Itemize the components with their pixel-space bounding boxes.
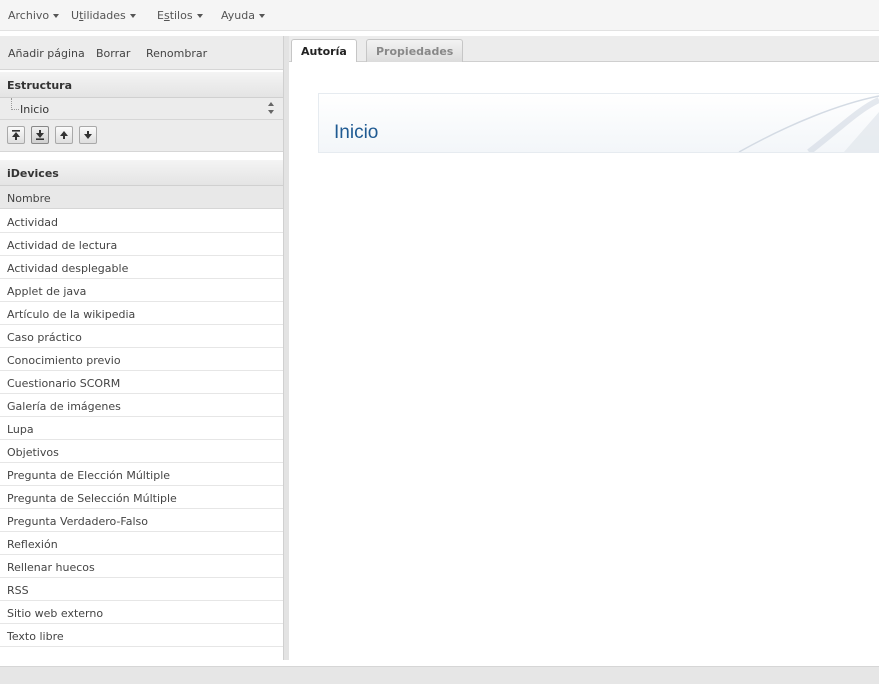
tab-bar: Autoría Propiedades xyxy=(289,36,879,63)
idevice-item[interactable]: Texto libre xyxy=(0,624,283,647)
arrow-up-icon xyxy=(268,102,274,106)
idevice-item[interactable]: Artículo de la wikipedia xyxy=(0,302,283,325)
chevron-down-icon xyxy=(53,14,60,18)
node-move-toolbar xyxy=(0,120,283,152)
idevice-item[interactable]: Applet de java xyxy=(0,279,283,302)
idevice-item[interactable]: Sitio web externo xyxy=(0,601,283,624)
arrow-up-icon xyxy=(60,131,68,139)
menu-utilidades[interactable]: Utilidades xyxy=(71,9,136,22)
page-title: Inicio xyxy=(334,122,379,143)
menu-utilidades-label: Utilidades xyxy=(71,9,126,22)
idevice-item[interactable]: Objetivos xyxy=(0,440,283,463)
idevice-item[interactable]: Lupa xyxy=(0,417,283,440)
structure-tree[interactable]: Inicio xyxy=(0,98,283,120)
add-page-button[interactable]: Añadir página xyxy=(8,47,85,60)
idevice-item[interactable]: Cuestionario SCORM xyxy=(0,371,283,394)
scroll-spinner[interactable] xyxy=(268,102,275,116)
tab-properties[interactable]: Propiedades xyxy=(366,39,464,62)
structure-heading: Estructura xyxy=(0,72,283,98)
idevice-item[interactable]: Pregunta Verdadero-Falso xyxy=(0,509,283,532)
idevice-item[interactable]: Caso práctico xyxy=(0,325,283,348)
idevice-list: Actividad Actividad de lectura Actividad d… xyxy=(0,210,283,647)
page-toolbar: Añadir página Borrar Renombrar xyxy=(0,36,283,70)
menu-estilos-label: Estilos xyxy=(157,9,193,22)
idevice-item[interactable]: Galería de imágenes xyxy=(0,394,283,417)
authoring-content: Inicio xyxy=(289,62,879,660)
left-panel: Añadir página Borrar Renombrar Estructur… xyxy=(0,36,283,660)
menu-ayuda-label: Ayuda xyxy=(221,9,255,22)
idevice-item[interactable]: Pregunta de Elección Múltiple xyxy=(0,463,283,486)
idevice-item[interactable]: Rellenar huecos xyxy=(0,555,283,578)
chevron-down-icon xyxy=(258,14,265,18)
page-header: Inicio xyxy=(318,93,879,153)
move-to-top-button[interactable] xyxy=(7,126,25,144)
menu-archivo[interactable]: Archivo xyxy=(8,9,60,22)
idevice-item[interactable]: Conocimiento previo xyxy=(0,348,283,371)
rename-page-button[interactable]: Renombrar xyxy=(146,47,207,60)
menu-ayuda[interactable]: Ayuda xyxy=(221,9,265,22)
move-bottom-button[interactable] xyxy=(31,126,49,144)
move-down-button[interactable] xyxy=(79,126,97,144)
idevice-item[interactable]: Actividad xyxy=(0,210,283,233)
move-up-button[interactable] xyxy=(55,126,73,144)
arrow-down-icon xyxy=(84,131,92,139)
tab-authoring[interactable]: Autoría xyxy=(291,39,357,63)
chevron-down-icon xyxy=(196,14,203,18)
idevices-heading: iDevices xyxy=(0,160,283,186)
idevice-item[interactable]: Pregunta de Selección Múltiple xyxy=(0,486,283,509)
chevron-down-icon xyxy=(129,14,136,18)
menu-archivo-label: Archivo xyxy=(8,9,50,22)
idevice-item[interactable]: Actividad de lectura xyxy=(0,233,283,256)
idevices-column-header[interactable]: Nombre xyxy=(0,186,283,209)
arrow-down-icon xyxy=(268,110,274,114)
idevice-item[interactable]: Reflexión xyxy=(0,532,283,555)
tree-node-inicio[interactable]: Inicio xyxy=(20,103,49,116)
delete-page-button[interactable]: Borrar xyxy=(96,47,130,60)
idevice-item[interactable]: RSS xyxy=(0,578,283,601)
status-bar xyxy=(0,666,879,684)
header-decoration xyxy=(738,95,879,152)
idevice-item[interactable]: Actividad desplegable xyxy=(0,256,283,279)
move-bottom-icon xyxy=(36,130,44,140)
move-top-icon xyxy=(12,130,20,140)
menu-estilos[interactable]: Estilos xyxy=(157,9,203,22)
menu-bar: Archivo Utilidades Estilos Ayuda xyxy=(0,0,879,31)
tree-line xyxy=(11,98,19,110)
